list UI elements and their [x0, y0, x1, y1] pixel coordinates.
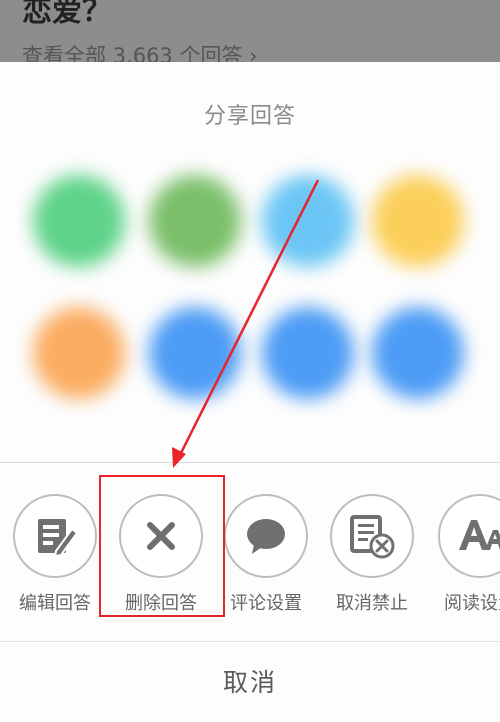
cancel-button[interactable]: 取消 [0, 648, 500, 718]
reading-settings-button[interactable] [438, 494, 500, 578]
comment-settings-action[interactable]: 评论设置 [210, 494, 322, 614]
answer-actions-row: 编辑回答 删除回答 评论设置 取消禁止 阅读设 [0, 494, 500, 614]
edit-answer-label: 编辑回答 [19, 593, 91, 614]
unban-action[interactable]: 取消禁止 [316, 494, 428, 614]
share-target-7[interactable] [262, 307, 354, 399]
share-sheet-title: 分享回答 [203, 104, 296, 129]
share-target-2[interactable] [149, 175, 241, 267]
cancel-divider [0, 641, 500, 642]
edit-answer-action[interactable]: 编辑回答 [0, 494, 111, 614]
share-action-sheet: 分享回答 编辑回答 删除回答 评论设置 取消禁止 阅读设 取消 [0, 62, 500, 722]
close-icon [147, 522, 175, 550]
reading-settings-action[interactable]: 阅读设置 [424, 494, 500, 614]
delete-answer-action[interactable]: 删除回答 [105, 494, 217, 614]
reading-settings-label: 阅读设置 [444, 593, 500, 614]
section-divider [0, 462, 500, 463]
comment-settings-button[interactable] [224, 494, 308, 578]
font-icon [459, 520, 500, 550]
share-target-8[interactable] [372, 307, 464, 399]
unban-label: 取消禁止 [336, 593, 408, 614]
edit-icon [38, 519, 78, 558]
share-target-5[interactable] [33, 307, 125, 399]
delete-answer-button[interactable] [119, 494, 203, 578]
edit-answer-button[interactable] [13, 494, 97, 578]
share-target-3[interactable] [262, 175, 354, 267]
share-targets-grid [0, 160, 500, 410]
share-target-1[interactable] [33, 175, 125, 267]
background-question-header: 恋爱？ 查看全部 3,663 个回答 › [0, 0, 500, 62]
delete-answer-label: 删除回答 [125, 593, 197, 614]
question-title: 恋爱？ [22, 0, 112, 29]
share-target-6[interactable] [149, 307, 241, 399]
unban-icon [350, 515, 395, 559]
unban-button[interactable] [330, 494, 414, 578]
share-target-4[interactable] [372, 175, 464, 267]
comment-settings-label: 评论设置 [230, 593, 302, 614]
comment-icon [247, 519, 285, 554]
view-all-answers-link[interactable]: 查看全部 3,663 个回答 › [22, 40, 258, 62]
